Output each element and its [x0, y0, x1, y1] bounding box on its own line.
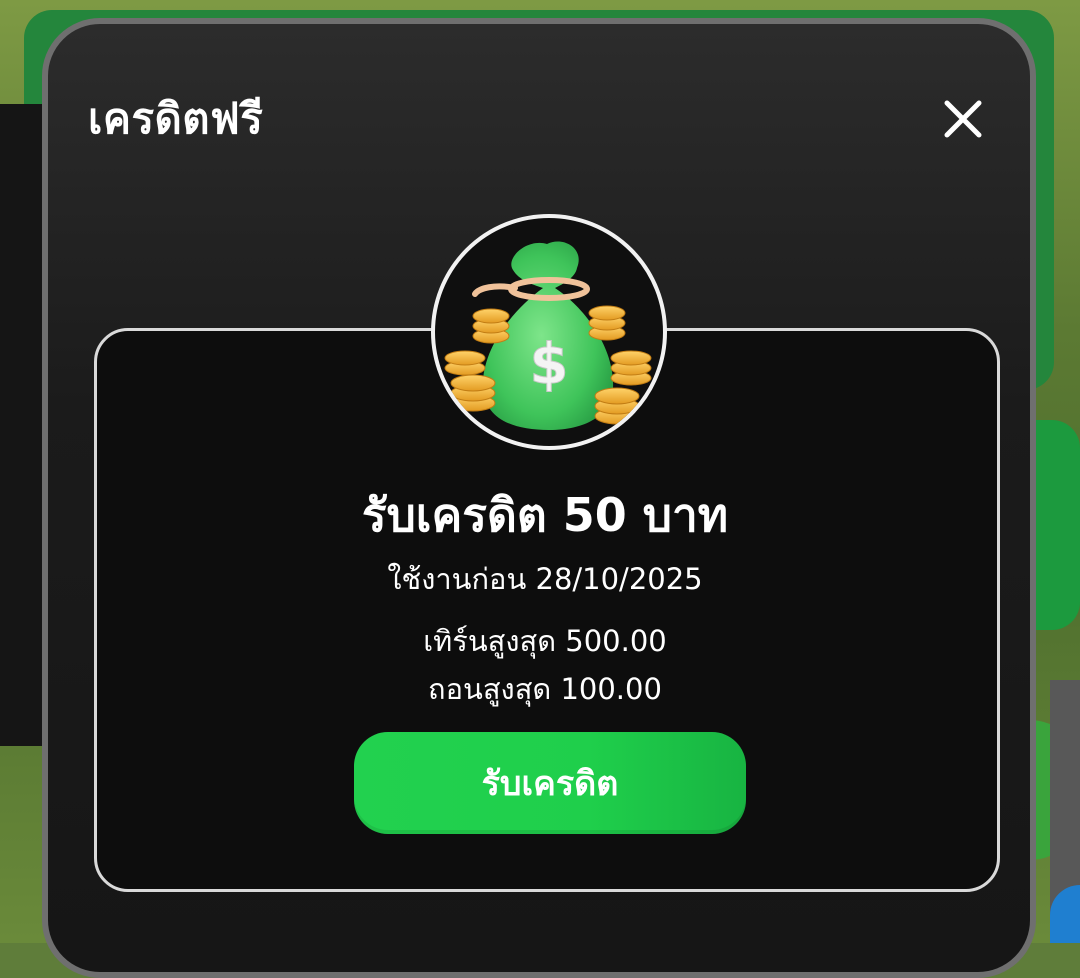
- offer-title: รับเครดิต 50 บาท: [361, 488, 729, 542]
- svg-text:$: $: [530, 332, 569, 397]
- close-icon: [944, 100, 982, 138]
- modal-title: เครดิตฟรี: [88, 94, 264, 143]
- max-withdraw: ถอนสูงสุด 100.00: [428, 672, 662, 706]
- expiry-date: ใช้งานก่อน 28/10/2025: [387, 562, 703, 596]
- free-credit-modal: เครดิตฟรี $ รับเครดิต 50 บาท ใช้งานก่อน …: [42, 18, 1036, 978]
- turnover-limit: เทิร์นสูงสุด 500.00: [423, 624, 667, 658]
- claim-credit-button[interactable]: รับเครดิต: [354, 732, 746, 834]
- close-button[interactable]: [938, 94, 988, 144]
- bonus-icon-frame: $: [431, 214, 667, 450]
- money-bag-icon: $: [444, 241, 652, 430]
